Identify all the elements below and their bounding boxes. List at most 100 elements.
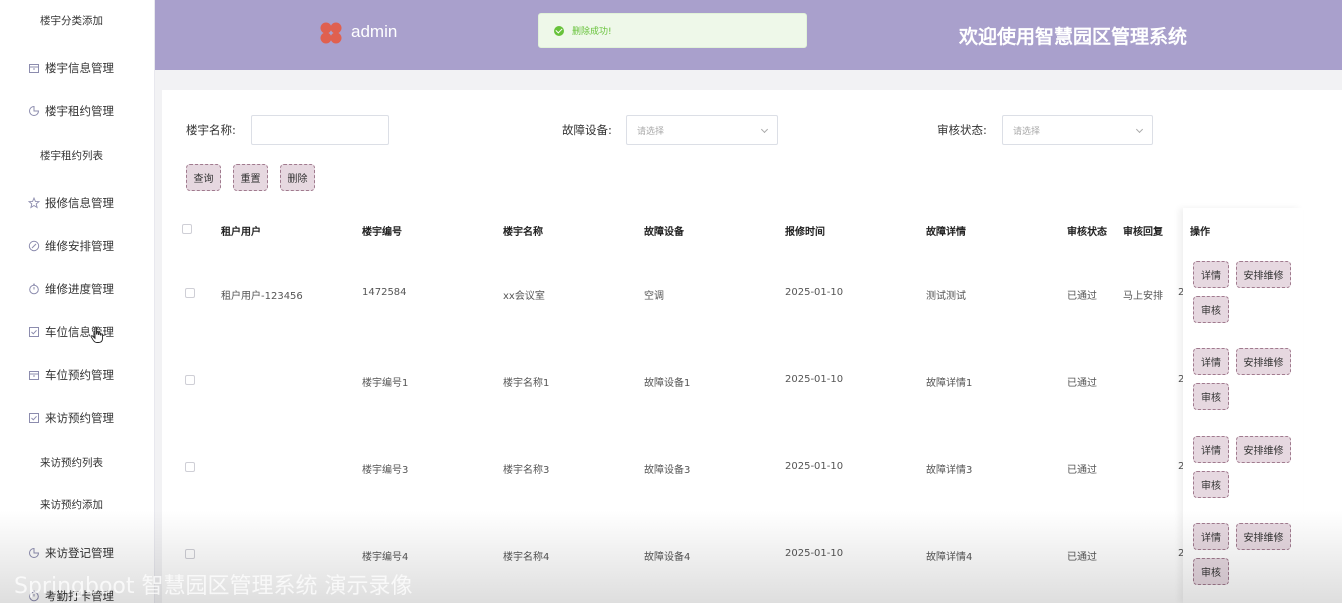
- sidebar-item-visit-list[interactable]: 来访预约列表: [0, 447, 155, 477]
- cell-name: xx会议室: [503, 291, 545, 302]
- cell-status: 已通过: [1067, 291, 1097, 302]
- column-header: 租户用户: [221, 227, 261, 238]
- audit-button[interactable]: 审核: [1193, 383, 1229, 410]
- cell-time: 2025-01-10: [785, 287, 844, 298]
- arrange-repair-button[interactable]: 安排维修: [1236, 261, 1291, 288]
- detail-button[interactable]: 详情: [1193, 436, 1229, 463]
- cell-code: 楼宇编号1: [362, 378, 409, 389]
- status-label: 审核状态:: [937, 123, 987, 137]
- cell-detail: 故障详情1: [926, 378, 973, 389]
- sidebar-item-visit-add[interactable]: 来访预约添加: [0, 489, 155, 519]
- detail-button[interactable]: 详情: [1193, 261, 1229, 288]
- device-label: 故障设备:: [562, 123, 612, 137]
- sidebar-item-label: 维修进度管理: [45, 282, 114, 296]
- sidebar-item-visit-reserve[interactable]: 来访预约管理: [0, 403, 155, 433]
- cell-status: 已通过: [1067, 378, 1097, 389]
- cell-name: 楼宇名称1: [503, 378, 550, 389]
- cell-device: 空调: [644, 291, 664, 302]
- row-checkbox[interactable]: [185, 462, 195, 472]
- cell-name: 楼宇名称4: [503, 552, 550, 563]
- select-all-checkbox[interactable]: [182, 224, 192, 234]
- delete-button[interactable]: 删除: [280, 164, 315, 191]
- pie-icon: [29, 105, 40, 116]
- check-square-icon: [29, 327, 39, 337]
- sidebar-item-label: 来访预约添加: [40, 498, 103, 511]
- arrange-repair-button[interactable]: 安排维修: [1236, 523, 1291, 550]
- column-header: 审核回复: [1123, 227, 1163, 238]
- sidebar-item-label: 楼宇分类添加: [40, 14, 103, 27]
- audit-button[interactable]: 审核: [1193, 558, 1229, 585]
- column-header: 楼宇编号: [362, 227, 402, 238]
- cell-device: 故障设备4: [644, 552, 691, 563]
- column-header: 楼宇名称: [503, 227, 543, 238]
- cell-time: 2025-01-10: [785, 461, 844, 472]
- cell-detail: 故障详情3: [926, 465, 973, 476]
- column-header: 故障设备: [644, 227, 684, 238]
- timer-icon: [29, 283, 39, 295]
- building-name-input[interactable]: [251, 115, 389, 145]
- chevron-down-icon: [1135, 125, 1144, 134]
- column-header-ops: 操作: [1190, 227, 1210, 238]
- column-header: 审核状态: [1067, 227, 1107, 238]
- hand-cursor-icon: [90, 326, 103, 343]
- admin-username[interactable]: admin: [351, 22, 397, 42]
- audit-button[interactable]: 审核: [1193, 471, 1229, 498]
- column-header: 故障详情: [926, 227, 966, 238]
- cell-status: 已通过: [1067, 465, 1097, 476]
- sidebar-item-label: 来访登记管理: [45, 546, 114, 560]
- sidebar-item-repair-info[interactable]: 报修信息管理: [0, 188, 155, 218]
- reset-button[interactable]: 重置: [233, 164, 268, 191]
- success-check-icon: [554, 25, 564, 36]
- watermark-text: Springboot 智慧园区管理系统 演示录像: [14, 574, 413, 599]
- audit-button[interactable]: 审核: [1193, 296, 1229, 323]
- sidebar-item-label: 楼宇租约列表: [40, 149, 103, 162]
- sidebar-item-label: 来访预约管理: [45, 411, 114, 425]
- cell-reply: 马上安排: [1123, 291, 1163, 302]
- sidebar-item-label: 来访预约列表: [40, 456, 103, 469]
- box-icon: [29, 371, 39, 380]
- sidebar-item-label: 楼宇租约管理: [45, 104, 114, 118]
- row-checkbox[interactable]: [185, 549, 195, 559]
- column-header: 报修时间: [785, 227, 825, 238]
- cell-code: 1472584: [362, 287, 407, 298]
- sidebar-item-parking-info[interactable]: 车位信息管理: [0, 317, 155, 347]
- query-button[interactable]: 查询: [186, 164, 221, 191]
- sidebar-item-building-category-add[interactable]: 楼宇分类添加: [0, 5, 155, 35]
- sidebar-item-label: 报修信息管理: [45, 196, 114, 210]
- sidebar-item-label: 楼宇信息管理: [45, 61, 114, 75]
- cell-detail: 测试测试: [926, 291, 966, 302]
- cell-user: 租户用户-123456: [221, 291, 303, 302]
- arrange-repair-button[interactable]: 安排维修: [1236, 436, 1291, 463]
- row-checkbox[interactable]: [185, 375, 195, 385]
- cell-time: 2025-01-10: [785, 374, 844, 385]
- detail-button[interactable]: 详情: [1193, 523, 1229, 550]
- sidebar-item-lease-list[interactable]: 楼宇租约列表: [0, 140, 155, 170]
- sidebar-item-building-info[interactable]: 楼宇信息管理: [0, 53, 155, 83]
- device-select[interactable]: 请选择: [626, 115, 778, 145]
- toast-message: 删除成功!: [572, 27, 612, 37]
- page-title: 欢迎使用智慧园区管理系统: [959, 26, 1188, 48]
- cell-time: 2025-01-10: [785, 548, 844, 559]
- cell-name: 楼宇名称3: [503, 465, 550, 476]
- sidebar-item-label: 车位预约管理: [45, 368, 114, 382]
- cell-code: 楼宇编号3: [362, 465, 409, 476]
- cell-device: 故障设备3: [644, 465, 691, 476]
- building-name-label: 楼宇名称:: [186, 123, 236, 137]
- chevron-down-icon: [760, 125, 769, 134]
- arrange-repair-button[interactable]: 安排维修: [1236, 348, 1291, 375]
- row-checkbox[interactable]: [185, 288, 195, 298]
- sidebar-item-label: 维修安排管理: [45, 239, 114, 253]
- status-select[interactable]: 请选择: [1002, 115, 1153, 145]
- logo-icon: [320, 22, 342, 44]
- check-square-icon: [29, 413, 39, 423]
- sidebar-item-parking-reserve[interactable]: 车位预约管理: [0, 360, 155, 390]
- sidebar-item-building-lease[interactable]: 楼宇租约管理: [0, 96, 155, 126]
- cell-status: 已通过: [1067, 552, 1097, 563]
- cell-device: 故障设备1: [644, 378, 691, 389]
- pie-icon: [29, 547, 40, 558]
- sidebar-item-repair-progress[interactable]: 维修进度管理: [0, 274, 155, 304]
- sidebar-item-repair-arrange[interactable]: 维修安排管理: [0, 231, 155, 261]
- sidebar-item-visit-register[interactable]: 来访登记管理: [0, 538, 155, 568]
- detail-button[interactable]: 详情: [1193, 348, 1229, 375]
- compass-icon: [28, 240, 40, 252]
